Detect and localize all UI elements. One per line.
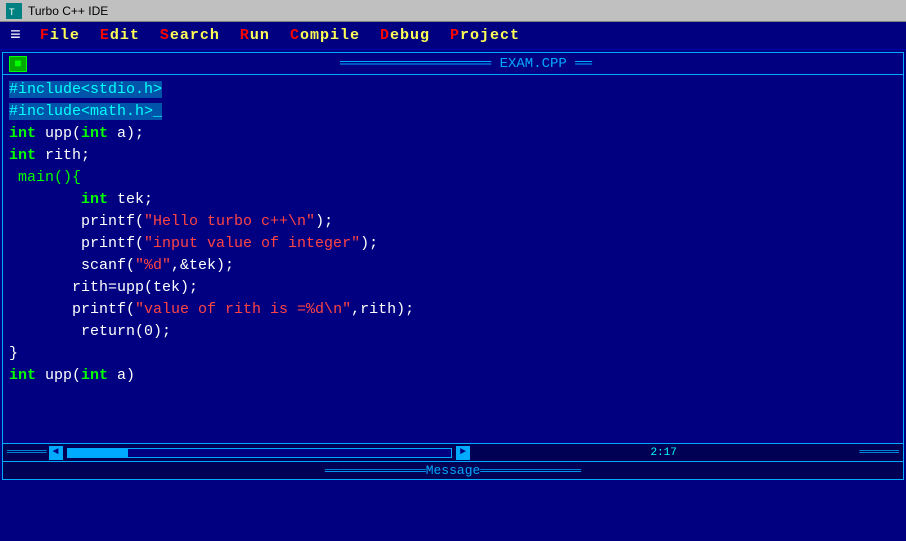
menu-search[interactable]: Search: [150, 25, 230, 46]
code-line-5: main(){: [9, 167, 897, 189]
hamburger-menu[interactable]: ≡: [2, 24, 30, 48]
file-window: ■ ══════════════════ EXAM.CPP ══ #includ…: [2, 52, 904, 480]
code-line-10: rith=upp(tek);: [9, 277, 897, 299]
menu-file[interactable]: File: [30, 25, 90, 46]
code-line-13: }: [9, 343, 897, 365]
scrollbar-track[interactable]: [67, 448, 452, 458]
file-title-bar: ■ ══════════════════ EXAM.CPP ══: [3, 53, 903, 75]
code-line-6: int tek;: [9, 189, 897, 211]
code-line-11: printf("value of rith is =%d\n",rith);: [9, 299, 897, 321]
file-close-button[interactable]: ■: [9, 56, 27, 72]
title-bar: T Turbo C++ IDE: [0, 0, 906, 22]
menu-bar: ≡ File Edit Search Run Compile Debug Pro…: [0, 22, 906, 50]
message-label: Message: [426, 463, 481, 478]
scrollbar-thumb[interactable]: [68, 449, 128, 457]
menu-debug[interactable]: Debug: [370, 25, 440, 46]
code-line-2: #include<math.h>_: [9, 101, 897, 123]
scroll-left-button[interactable]: ◄: [49, 446, 63, 460]
file-title: ══════════════════ EXAM.CPP ══: [340, 56, 592, 72]
cursor-position: 2:17: [650, 447, 676, 459]
menu-project[interactable]: Project: [440, 25, 530, 46]
code-line-12: return(0);: [9, 321, 897, 343]
code-line-14: int upp(int a): [9, 365, 897, 387]
code-line-8: printf("input value of integer");: [9, 233, 897, 255]
code-line-9: scanf("%d",&tek);: [9, 255, 897, 277]
code-line-4: int rith;: [9, 145, 897, 167]
code-line-1: #include<stdio.h>: [9, 79, 897, 101]
code-editor[interactable]: #include<stdio.h> #include<math.h>_ int …: [3, 75, 903, 455]
title-bar-text: Turbo C++ IDE: [28, 4, 108, 18]
code-line-3: int upp(int a);: [9, 123, 897, 145]
menu-run[interactable]: Run: [230, 25, 280, 46]
horizontal-scrollbar[interactable]: ══════ ◄ ► 2:17 ══════: [3, 443, 903, 461]
svg-text:T: T: [9, 7, 15, 17]
code-line-7: printf("Hello turbo c++\n");: [9, 211, 897, 233]
status-bar: ══════════════ Message ══════════════: [3, 461, 903, 479]
app-icon: T: [6, 3, 22, 19]
menu-compile[interactable]: Compile: [280, 25, 370, 46]
menu-edit[interactable]: Edit: [90, 25, 150, 46]
scroll-right-button[interactable]: ►: [456, 446, 470, 460]
